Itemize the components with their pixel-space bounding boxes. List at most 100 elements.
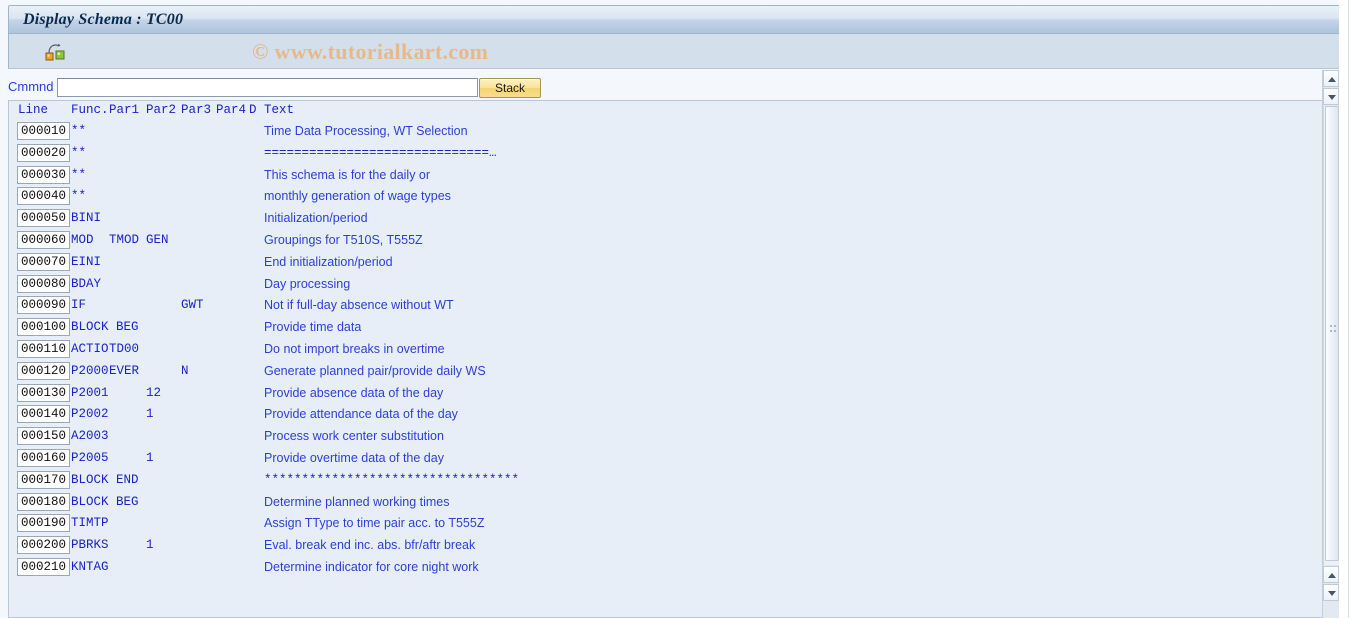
cell-func[interactable]: P2001 xyxy=(71,383,109,403)
table-row[interactable]: 000180 BLOCK BEG Determine planned working… xyxy=(9,492,1322,514)
horizontal-scroll-area[interactable] xyxy=(8,602,1322,618)
table-row[interactable]: 000140 P2002 1 Provide attendance data of t… xyxy=(9,404,1322,426)
cell-text[interactable]: Do not import breaks in overtime xyxy=(264,339,445,359)
table-row[interactable]: 000100 BLOCK BEG Provide time data xyxy=(9,317,1322,339)
table-row[interactable]: 000150 A2003 Process work center substitut… xyxy=(9,426,1322,448)
cell-par2[interactable]: GEN xyxy=(146,230,169,250)
cell-text[interactable]: Provide attendance data of the day xyxy=(264,404,458,424)
cell-func[interactable]: ** xyxy=(71,121,86,141)
cell-func[interactable]: ** xyxy=(71,186,86,206)
line-number-field[interactable]: 000090 xyxy=(17,296,70,315)
cell-func[interactable]: A2003 xyxy=(71,426,109,446)
cell-func[interactable]: KNTAG xyxy=(71,557,109,577)
line-number-field[interactable]: 000190 xyxy=(17,514,70,533)
cell-text[interactable]: Determine indicator for core night work xyxy=(264,557,479,577)
table-row[interactable]: 000130 P2001 12 Provide absence data of the… xyxy=(9,383,1322,405)
table-row[interactable]: 000010 ** Time Data Processing, WT Selecti… xyxy=(9,121,1322,143)
cell-func[interactable]: MOD xyxy=(71,230,94,250)
cell-text[interactable]: Initialization/period xyxy=(264,208,368,228)
cell-par1[interactable]: TD00 xyxy=(109,339,139,359)
scroll-up-button[interactable] xyxy=(1323,70,1339,87)
line-number-field[interactable]: 000070 xyxy=(17,252,70,271)
cell-par2[interactable]: 12 xyxy=(146,383,161,403)
line-number-field[interactable]: 000200 xyxy=(17,536,70,555)
cell-par3[interactable]: N xyxy=(181,361,189,381)
cell-par2[interactable]: 1 xyxy=(146,404,154,424)
line-number-field[interactable]: 000100 xyxy=(17,318,70,337)
cell-func[interactable]: P2000 xyxy=(71,361,109,381)
line-number-field[interactable]: 000080 xyxy=(17,274,70,293)
cell-text[interactable]: Not if full-day absence without WT xyxy=(264,295,454,315)
cell-text[interactable]: Process work center substitution xyxy=(264,426,444,446)
cell-func[interactable]: ** xyxy=(71,165,86,185)
cell-text[interactable]: End initialization/period xyxy=(264,252,393,272)
line-number-field[interactable]: 000120 xyxy=(17,361,70,380)
scroll-up-button-bottom[interactable] xyxy=(1323,566,1339,583)
cell-par1[interactable]: TMOD xyxy=(109,230,139,250)
cell-par3[interactable]: GWT xyxy=(181,295,204,315)
line-number-field[interactable]: 000160 xyxy=(17,448,70,467)
table-row[interactable]: 000060 MOD TMOD GEN Groupings for T510S, T55… xyxy=(9,230,1322,252)
schema-hierarchy-icon[interactable] xyxy=(42,40,68,64)
line-number-field[interactable]: 000130 xyxy=(17,383,70,402)
cell-func[interactable]: P2002 xyxy=(71,404,109,424)
cell-par2[interactable]: 1 xyxy=(146,448,154,468)
cell-func[interactable]: BLOCK END xyxy=(71,470,139,490)
line-number-field[interactable]: 000010 xyxy=(17,122,70,140)
cell-text[interactable]: monthly generation of wage types xyxy=(264,186,451,206)
stack-button[interactable]: Stack xyxy=(479,78,541,98)
cell-text[interactable]: ********************************** xyxy=(264,470,519,490)
line-number-field[interactable]: 000050 xyxy=(17,209,70,228)
table-row[interactable]: 000210 KNTAG Determine indicator for core … xyxy=(9,557,1322,579)
cell-text[interactable]: Eval. break end inc. abs. bfr/aftr break xyxy=(264,535,475,555)
table-row[interactable]: 000030 ** This schema is for the daily or xyxy=(9,165,1322,187)
line-number-field[interactable]: 000060 xyxy=(17,230,70,249)
line-number-field[interactable]: 000170 xyxy=(17,470,70,489)
table-row[interactable]: 000040 ** monthly generation of wage types xyxy=(9,186,1322,208)
line-number-field[interactable]: 000150 xyxy=(17,427,70,446)
cell-func[interactable]: P2005 xyxy=(71,448,109,468)
cell-text[interactable]: Provide absence data of the day xyxy=(264,383,443,403)
cell-func[interactable]: TIMTP xyxy=(71,513,109,533)
cell-func[interactable]: BLOCK BEG xyxy=(71,492,139,512)
scroll-down-button[interactable] xyxy=(1323,88,1339,105)
cell-par2[interactable]: 1 xyxy=(146,535,154,555)
line-number-field[interactable]: 000020 xyxy=(17,143,70,162)
table-row[interactable]: 000190 TIMTP Assign TType to time pair acc… xyxy=(9,513,1322,535)
cell-func[interactable]: PBRKS xyxy=(71,535,109,555)
table-row[interactable]: 000080 BDAY Day processing xyxy=(9,274,1322,296)
command-input[interactable] xyxy=(57,78,478,97)
cell-func[interactable]: BINI xyxy=(71,208,101,228)
cell-text[interactable]: ==============================… xyxy=(264,143,497,163)
cell-text[interactable]: This schema is for the daily or xyxy=(264,165,430,185)
line-number-field[interactable]: 000110 xyxy=(17,339,70,358)
line-number-field[interactable]: 000180 xyxy=(17,492,70,511)
table-row[interactable]: 000070 EINI End initialization/period xyxy=(9,252,1322,274)
line-number-field[interactable]: 000030 xyxy=(17,165,70,184)
cell-func[interactable]: BDAY xyxy=(71,274,101,294)
cell-text[interactable]: Assign TType to time pair acc. to T555Z xyxy=(264,513,484,533)
table-row[interactable]: 000020 ** ==============================… xyxy=(9,143,1322,165)
table-row[interactable]: 000200 PBRKS 1 Eval. break end inc. abs. bf… xyxy=(9,535,1322,557)
cell-par1[interactable]: EVER xyxy=(109,361,139,381)
cell-func[interactable]: ** xyxy=(71,143,86,163)
cell-text[interactable]: Groupings for T510S, T555Z xyxy=(264,230,423,250)
cell-text[interactable]: Provide overtime data of the day xyxy=(264,448,444,468)
vertical-scrollbar[interactable] xyxy=(1322,70,1339,618)
cell-func[interactable]: EINI xyxy=(71,252,101,272)
cell-text[interactable]: Time Data Processing, WT Selection xyxy=(264,121,468,141)
cell-text[interactable]: Provide time data xyxy=(264,317,361,337)
line-number-field[interactable]: 000140 xyxy=(17,405,70,424)
scrollbar-track[interactable] xyxy=(1323,106,1339,565)
table-row[interactable]: 000090 IF GWT Not if full-day absence witho… xyxy=(9,295,1322,317)
cell-text[interactable]: Determine planned working times xyxy=(264,492,450,512)
table-row[interactable]: 000170 BLOCK END *************************… xyxy=(9,470,1322,492)
cell-func[interactable]: BLOCK BEG xyxy=(71,317,139,337)
line-number-field[interactable]: 000040 xyxy=(17,187,70,206)
cell-text[interactable]: Generate planned pair/provide daily WS xyxy=(264,361,486,381)
table-row[interactable]: 000050 BINI Initialization/period xyxy=(9,208,1322,230)
cell-text[interactable]: Day processing xyxy=(264,274,350,294)
cell-func[interactable]: ACTIO xyxy=(71,339,109,359)
scrollbar-thumb[interactable] xyxy=(1325,106,1339,561)
line-number-field[interactable]: 000210 xyxy=(17,557,70,576)
